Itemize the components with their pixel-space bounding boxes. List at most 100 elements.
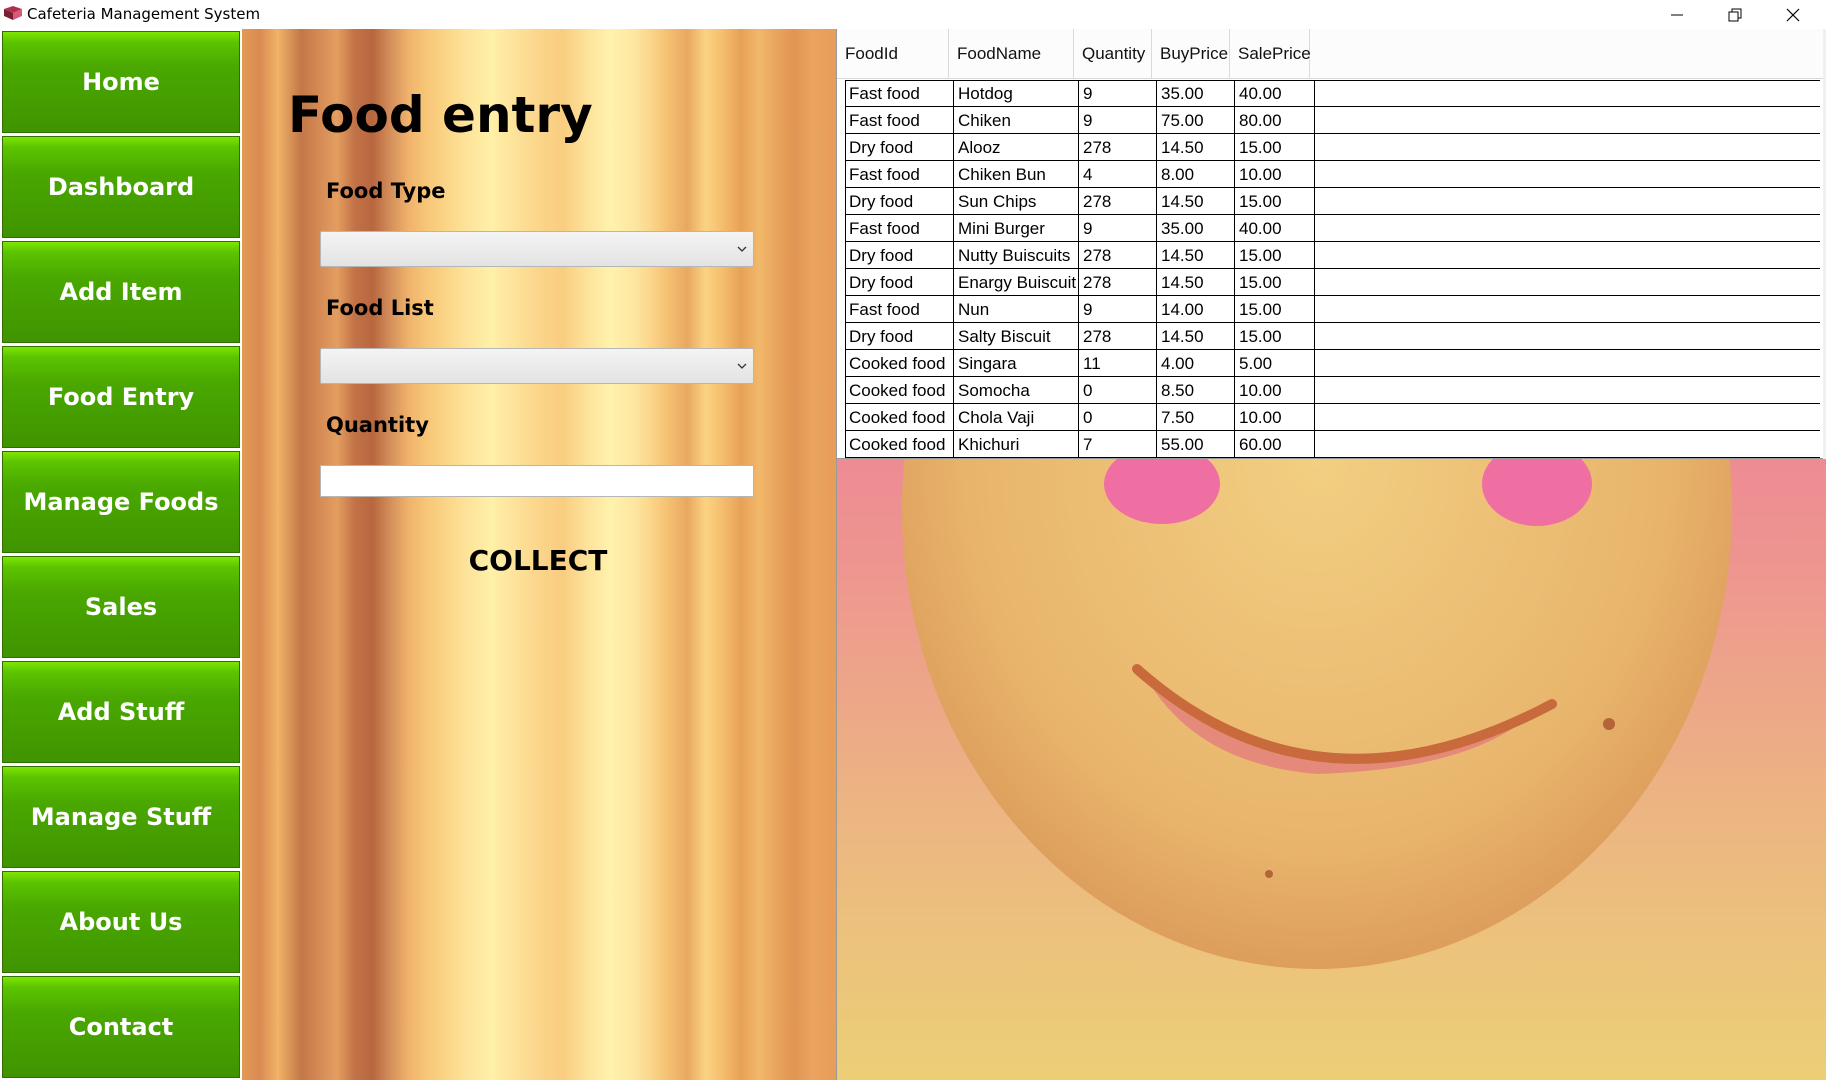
food-list-dropdown[interactable] [320,348,754,384]
collect-button[interactable]: COLLECT [418,537,658,583]
table-cell[interactable]: 9 [1079,80,1157,107]
minimize-button[interactable] [1648,0,1706,29]
table-row[interactable]: Fast food Nun 9 14.00 15.00 [845,296,1820,323]
table-cell[interactable]: 15.00 [1235,188,1315,215]
table-cell[interactable]: 0 [1079,377,1157,404]
table-cell[interactable]: 10.00 [1235,404,1315,431]
table-cell[interactable]: 60.00 [1235,431,1315,458]
table-cell[interactable]: Alooz [954,134,1079,161]
food-type-dropdown[interactable] [320,231,754,267]
table-row[interactable]: Fast food Chiken Bun 4 8.00 10.00 [845,161,1820,188]
food-table[interactable]: FoodId FoodName Quantity BuyPrice SalePr… [837,29,1826,459]
table-cell[interactable]: Dry food [845,242,954,269]
table-cell[interactable]: Cooked food [845,404,954,431]
table-cell[interactable]: 7.50 [1157,404,1235,431]
table-cell[interactable]: Cooked food [845,377,954,404]
table-cell[interactable]: Mini Burger [954,215,1079,242]
table-cell[interactable]: 11 [1079,350,1157,377]
table-row[interactable]: Fast food Hotdog 9 35.00 40.00 [845,80,1820,107]
table-cell[interactable]: Sun Chips [954,188,1079,215]
nav-food-entry-button[interactable]: Food Entry [2,346,240,448]
table-cell[interactable]: Khichuri [954,431,1079,458]
table-cell[interactable]: 9 [1079,107,1157,134]
table-row[interactable]: Dry food Sun Chips 278 14.50 15.00 [845,188,1820,215]
table-cell[interactable]: 10.00 [1235,161,1315,188]
nav-sales-button[interactable]: Sales [2,556,240,658]
table-cell[interactable]: 35.00 [1157,80,1235,107]
table-cell[interactable]: Chola Vaji [954,404,1079,431]
table-row[interactable]: Cooked food Khichuri 7 55.00 60.00 [845,431,1820,458]
table-cell[interactable]: 4 [1079,161,1157,188]
table-cell[interactable]: 278 [1079,188,1157,215]
table-row[interactable]: Dry food Nutty Buiscuits 278 14.50 15.00 [845,242,1820,269]
table-cell[interactable]: 278 [1079,134,1157,161]
table-cell[interactable]: 55.00 [1157,431,1235,458]
column-header[interactable]: BuyPrice [1152,29,1230,79]
table-cell[interactable]: Enargy Buiscuit [954,269,1079,296]
table-cell[interactable]: 15.00 [1235,323,1315,350]
table-cell[interactable]: 8.50 [1157,377,1235,404]
nav-about-us-button[interactable]: About Us [2,871,240,973]
table-cell[interactable]: Salty Biscuit [954,323,1079,350]
table-cell[interactable]: Nutty Buiscuits [954,242,1079,269]
table-cell[interactable]: 40.00 [1235,80,1315,107]
table-row[interactable]: Cooked food Singara 11 4.00 5.00 [845,350,1820,377]
nav-dashboard-button[interactable]: Dashboard [2,136,240,238]
table-cell[interactable]: 7 [1079,431,1157,458]
table-cell[interactable]: Somocha [954,377,1079,404]
table-cell[interactable]: 75.00 [1157,107,1235,134]
table-cell[interactable]: 15.00 [1235,242,1315,269]
nav-manage-stuff-button[interactable]: Manage Stuff [2,766,240,868]
table-cell[interactable]: Nun [954,296,1079,323]
table-cell[interactable]: 40.00 [1235,215,1315,242]
table-cell[interactable]: 14.50 [1157,134,1235,161]
table-cell[interactable]: Chiken [954,107,1079,134]
table-cell[interactable]: Dry food [845,188,954,215]
nav-manage-foods-button[interactable]: Manage Foods [2,451,240,553]
nav-contact-button[interactable]: Contact [2,976,240,1078]
table-row[interactable]: Fast food Mini Burger 9 35.00 40.00 [845,215,1820,242]
table-cell[interactable]: 4.00 [1157,350,1235,377]
table-cell[interactable]: 15.00 [1235,269,1315,296]
table-cell[interactable]: 5.00 [1235,350,1315,377]
table-cell[interactable]: 80.00 [1235,107,1315,134]
nav-home-button[interactable]: Home [2,31,240,133]
table-cell[interactable]: 278 [1079,242,1157,269]
table-cell[interactable]: 9 [1079,215,1157,242]
nav-add-stuff-button[interactable]: Add Stuff [2,661,240,763]
table-cell[interactable]: Cooked food [845,350,954,377]
table-cell[interactable]: Cooked food [845,431,954,458]
table-cell[interactable]: Chiken Bun [954,161,1079,188]
restore-button[interactable] [1706,0,1764,29]
table-row[interactable]: Dry food Salty Biscuit 278 14.50 15.00 [845,323,1820,350]
table-cell[interactable]: 14.00 [1157,296,1235,323]
table-cell[interactable]: 15.00 [1235,134,1315,161]
table-cell[interactable]: Fast food [845,296,954,323]
table-row[interactable]: Cooked food Somocha 0 8.50 10.00 [845,377,1820,404]
table-cell[interactable]: 15.00 [1235,296,1315,323]
column-header[interactable]: Quantity [1074,29,1152,79]
table-cell[interactable]: 278 [1079,269,1157,296]
table-cell[interactable]: Fast food [845,80,954,107]
table-cell[interactable]: 14.50 [1157,242,1235,269]
table-row[interactable]: Dry food Enargy Buiscuit 278 14.50 15.00 [845,269,1820,296]
quantity-input[interactable] [320,465,754,497]
table-cell[interactable]: Fast food [845,215,954,242]
table-cell[interactable]: 0 [1079,404,1157,431]
table-cell[interactable]: Fast food [845,107,954,134]
table-cell[interactable]: 8.00 [1157,161,1235,188]
table-row[interactable]: Cooked food Chola Vaji 0 7.50 10.00 [845,404,1820,431]
table-cell[interactable]: 14.50 [1157,269,1235,296]
table-cell[interactable]: 14.50 [1157,323,1235,350]
table-cell[interactable]: Fast food [845,161,954,188]
table-cell[interactable]: Dry food [845,269,954,296]
table-cell[interactable]: Hotdog [954,80,1079,107]
table-row[interactable]: Fast food Chiken 9 75.00 80.00 [845,107,1820,134]
nav-add-item-button[interactable]: Add Item [2,241,240,343]
table-cell[interactable]: Dry food [845,323,954,350]
column-header[interactable]: FoodId [837,29,949,79]
table-cell[interactable]: 14.50 [1157,188,1235,215]
close-button[interactable] [1764,0,1822,29]
table-cell[interactable]: Dry food [845,134,954,161]
table-cell[interactable]: 10.00 [1235,377,1315,404]
